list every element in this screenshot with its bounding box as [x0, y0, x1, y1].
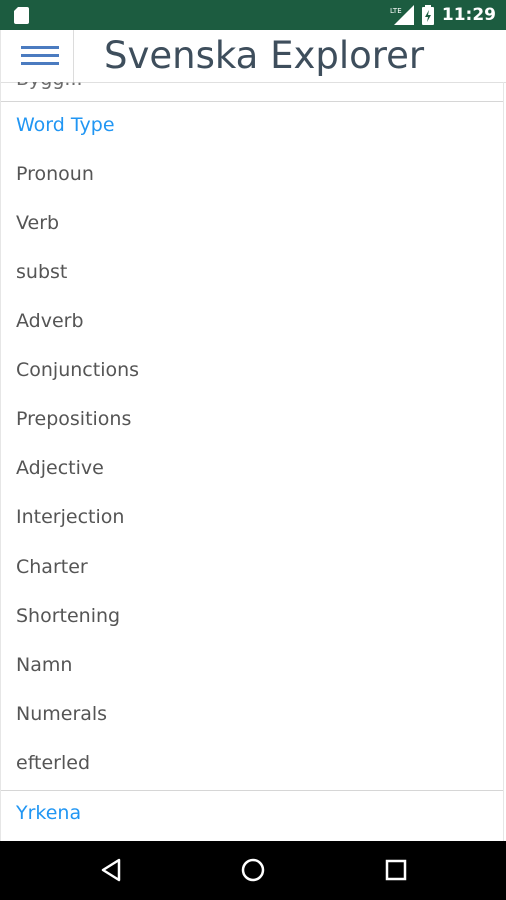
list-item-prepositions[interactable]: Prepositions	[16, 407, 131, 431]
network-label: LTE	[390, 7, 402, 15]
app-title: Svenska Explorer	[104, 34, 425, 77]
list-item-adjective[interactable]: Adjective	[16, 456, 104, 480]
recents-square-icon[interactable]	[381, 855, 411, 885]
home-circle-icon[interactable]	[238, 855, 268, 885]
section-header-yrkena[interactable]: Yrkena	[16, 801, 81, 825]
signal-icon: LTE	[390, 5, 414, 25]
sim-card-icon	[14, 7, 29, 24]
list-item-subst[interactable]: subst	[16, 260, 67, 284]
back-triangle-icon[interactable]	[97, 855, 127, 885]
list-item-numerals[interactable]: Numerals	[16, 702, 107, 726]
battery-icon	[421, 5, 434, 25]
list-item-namn[interactable]: Namn	[16, 653, 72, 677]
list-item-interjection[interactable]: Interjection	[16, 505, 124, 529]
navigation-bar	[0, 841, 506, 900]
list-item-verb[interactable]: Verb	[16, 211, 59, 235]
section-header-word-type: Word Type	[16, 114, 115, 136]
status-bar: LTE 11:29	[0, 0, 506, 30]
list-item-shortening[interactable]: Shortening	[16, 604, 120, 628]
list-item-charter[interactable]: Charter	[16, 555, 88, 579]
list-item-adverb[interactable]: Adverb	[16, 309, 84, 333]
list-item-cut-off[interactable]: Bygg...	[16, 82, 83, 91]
divider	[1, 790, 503, 791]
list-item-efterled[interactable]: efterled	[16, 751, 90, 775]
status-time: 11:29	[441, 5, 496, 25]
list-item-pronoun[interactable]: Pronoun	[16, 162, 94, 186]
list-item-conjunctions[interactable]: Conjunctions	[16, 358, 139, 382]
drawer-list: Bygg... Word Type Pronoun Verb subst Adv…	[0, 82, 504, 841]
app-bar: Svenska Explorer	[0, 30, 506, 83]
menu-button[interactable]	[0, 30, 74, 82]
divider	[1, 101, 503, 102]
hamburger-menu-icon	[21, 46, 59, 65]
